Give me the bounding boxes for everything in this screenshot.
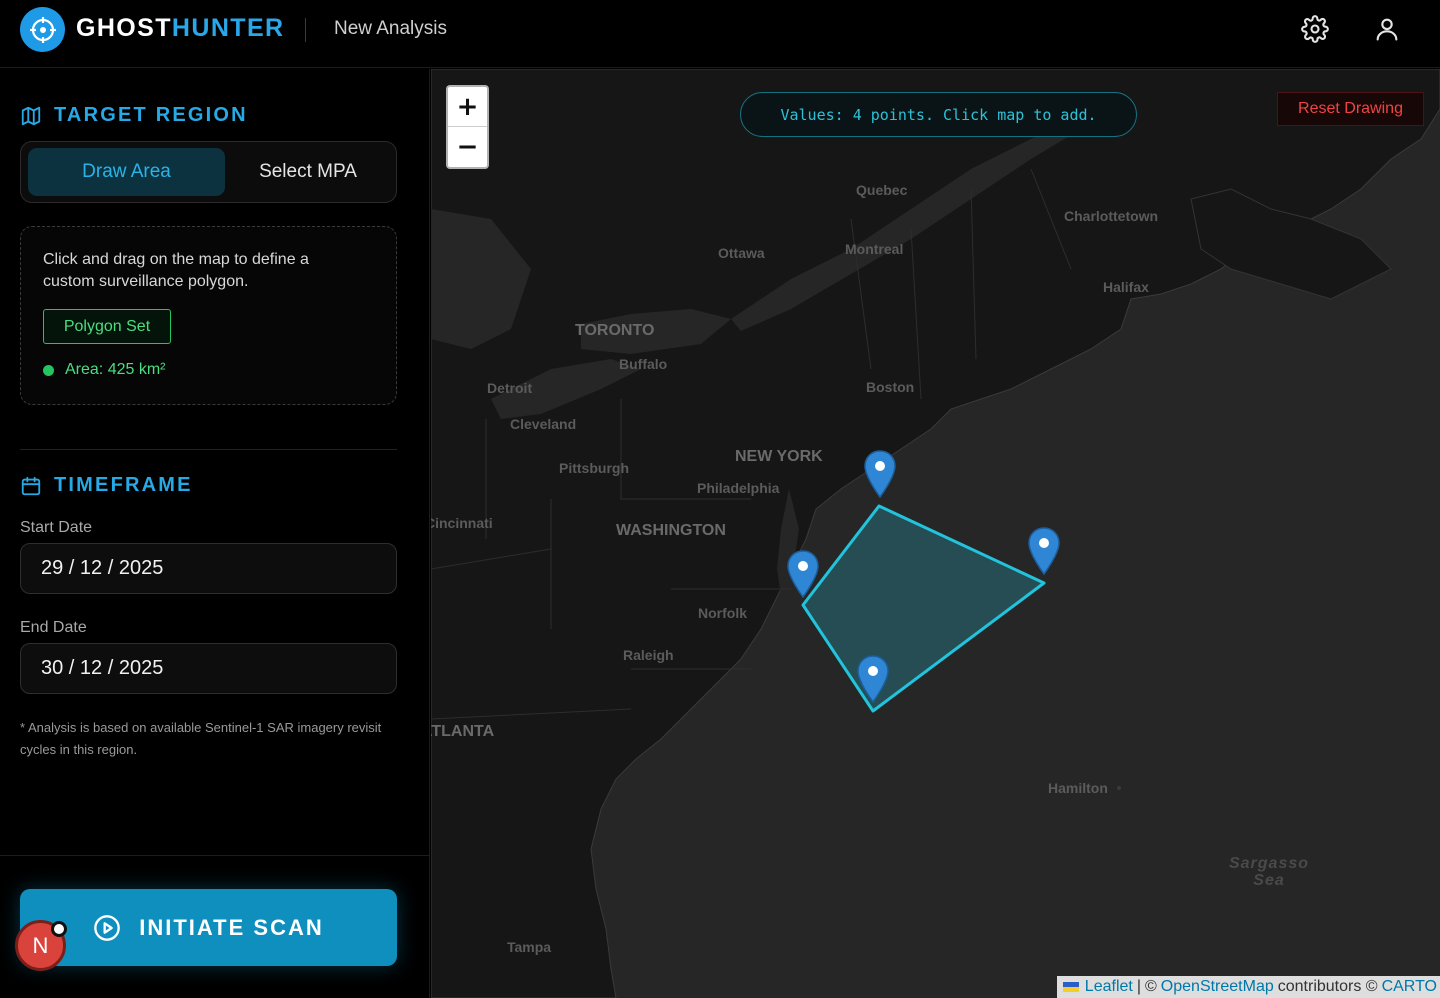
map-view[interactable]: Quebec Charlottetown Ottawa Montreal Hal… <box>431 69 1440 998</box>
leaflet-link[interactable]: Leaflet <box>1085 978 1133 996</box>
drawing-values-status: Values: 4 points. Click map to add. <box>740 92 1137 137</box>
end-date-input[interactable]: 30 / 12 / 2025 <box>20 643 397 694</box>
attribution-separator: | <box>1136 978 1141 995</box>
polygon-status-badge: Polygon Set <box>43 309 171 344</box>
crosshair-logo-icon[interactable] <box>20 7 65 52</box>
initiate-scan-button[interactable]: INITIATE SCAN <box>20 889 397 966</box>
draw-instructions-text: Click and drag on the map to define a cu… <box>43 251 309 290</box>
area-readout: Area: 425 km² <box>43 361 165 379</box>
sidebar: TARGET REGION Draw Area Select MPA Click… <box>0 69 430 998</box>
avatar-status-dot <box>51 921 67 937</box>
area-text: Area: 425 km² <box>65 361 166 378</box>
avatar-letter: N <box>32 932 49 958</box>
brand-name: GHOSTHUNTER <box>76 14 284 43</box>
header-divider <box>305 18 306 42</box>
polygon-vertex-marker-2[interactable] <box>1027 526 1061 576</box>
map-attribution: Leaflet | © OpenStreetMap contributors ©… <box>1056 976 1440 998</box>
map-icon <box>21 106 41 125</box>
brand-part-1: GHOST <box>76 14 172 42</box>
app-header: GHOSTHUNTER New Analysis <box>0 0 1440 68</box>
brand-part-2: HUNTER <box>171 14 285 42</box>
carto-link[interactable]: CARTO <box>1382 978 1437 996</box>
initiate-scan-label: INITIATE SCAN <box>139 914 324 940</box>
polygon-vertex-marker-1[interactable] <box>863 449 897 499</box>
play-circle-icon <box>94 914 121 941</box>
timeframe-title: TIMEFRAME <box>54 474 193 496</box>
polygon-vertex-marker-4[interactable] <box>786 549 820 599</box>
ukraine-flag-icon <box>1062 982 1079 992</box>
zoom-control: + − <box>446 85 489 169</box>
settings-gear-icon[interactable] <box>1300 14 1330 44</box>
tab-draw-area[interactable]: Draw Area <box>28 148 225 196</box>
timeframe-header: TIMEFRAME <box>20 474 193 497</box>
start-date-input[interactable]: 29 / 12 / 2025 <box>20 543 397 594</box>
tab-select-mpa[interactable]: Select MPA <box>225 148 391 196</box>
status-dot <box>43 364 54 376</box>
draw-instructions-panel: Click and drag on the map to define a cu… <box>20 226 397 405</box>
page-subtitle: New Analysis <box>334 18 447 39</box>
contributors-text: contributors © <box>1277 978 1378 995</box>
target-region-title: TARGET REGION <box>54 104 248 126</box>
survey-polygon-layer <box>801 504 1046 713</box>
survey-polygon[interactable] <box>801 504 1046 713</box>
region-mode-toggle: Draw Area Select MPA <box>20 141 397 203</box>
user-profile-icon[interactable] <box>1372 14 1402 44</box>
calendar-icon <box>21 476 41 495</box>
zoom-out-button[interactable]: − <box>448 127 487 167</box>
osm-copyright: © <box>1145 978 1157 995</box>
zoom-in-button[interactable]: + <box>448 87 487 127</box>
section-divider <box>20 449 397 450</box>
reset-drawing-button[interactable]: Reset Drawing <box>1277 92 1424 126</box>
target-region-header: TARGET REGION <box>20 104 248 127</box>
polygon-vertex-marker-3[interactable] <box>856 654 890 704</box>
start-date-label: Start Date <box>20 519 93 536</box>
end-date-label: End Date <box>20 619 87 636</box>
sar-footnote: * Analysis is based on available Sentine… <box>20 720 382 757</box>
osm-link[interactable]: OpenStreetMap <box>1161 978 1274 996</box>
